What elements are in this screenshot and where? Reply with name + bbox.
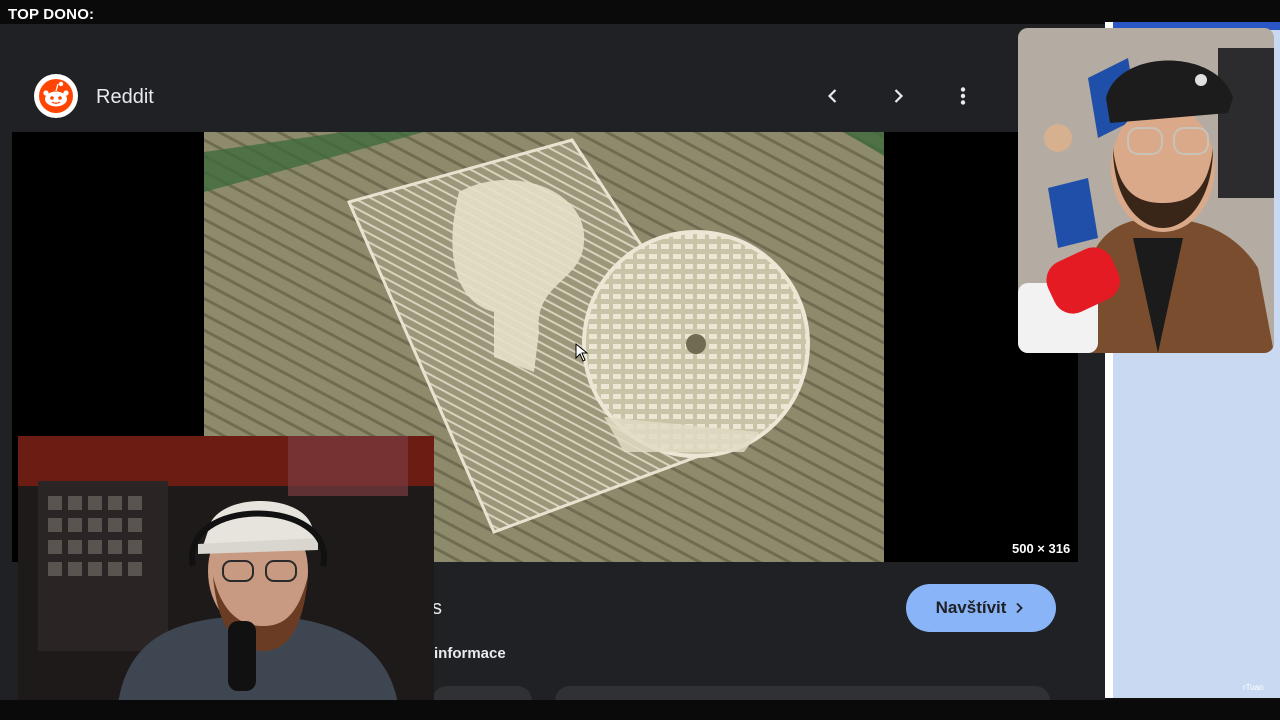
visit-button[interactable]: Navštívit [906,584,1056,632]
info-link[interactable]: informace [434,645,506,662]
next-image-button[interactable] [880,78,916,114]
previous-image-button[interactable] [815,78,851,114]
watermark: rTuan [1243,683,1264,692]
reddit-logo[interactable] [34,74,78,118]
chevron-right-icon [1016,602,1024,614]
streamer-webcam-right [1018,28,1274,353]
screen: TOP DONO: rTuan Reddit 500 × 316 s infor… [0,0,1280,720]
chevron-right-icon [894,89,904,103]
visit-button-label: Navštívit [935,598,1007,617]
streamer-webcam-left [18,436,434,704]
site-name[interactable]: Reddit [96,86,154,109]
stream-bottom-bar [0,700,1280,720]
more-vert-icon [960,87,966,105]
image-dimensions: 500 × 316 [1012,541,1071,556]
stream-top-bar [0,0,1280,24]
chevron-left-icon [827,89,837,103]
top-donor-label: TOP DONO: [8,6,95,23]
more-options-button[interactable] [945,78,981,114]
